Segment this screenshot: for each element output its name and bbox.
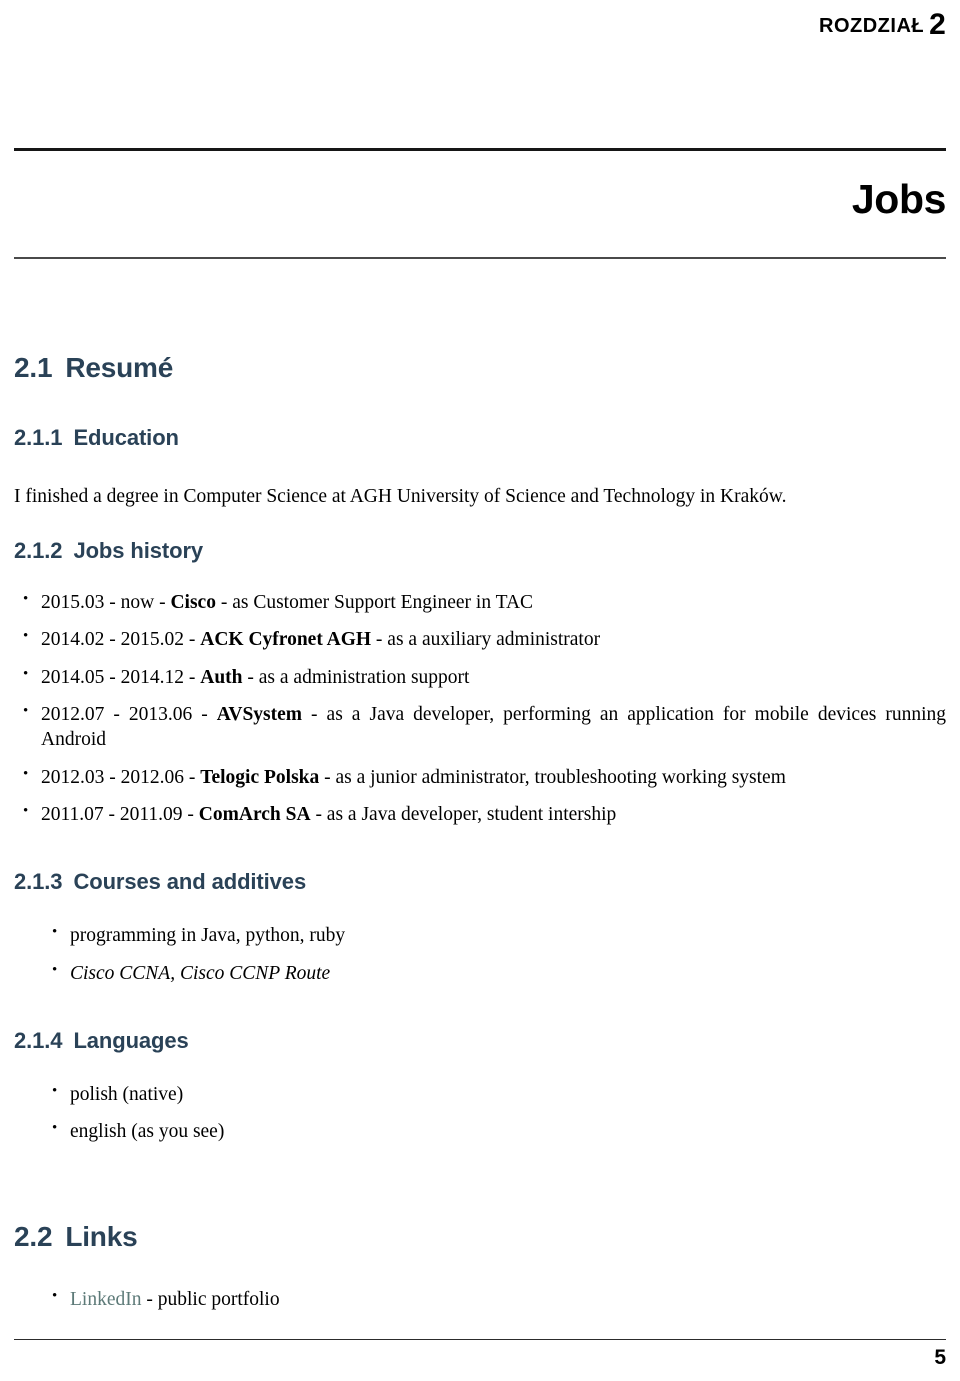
courses-list: programming in Java, python, ruby Cisco C… <box>43 922 946 986</box>
linkedin-link[interactable]: LinkedIn <box>70 1289 141 1310</box>
job-period: 2014.02 - 2015.02 - <box>41 629 201 651</box>
job-company: ComArch SA <box>198 804 311 826</box>
subsection-title-languages: Languages <box>73 1028 189 1054</box>
link-item: LinkedIn - public portfolio <box>43 1286 946 1312</box>
job-period: 2015.03 - now - <box>41 591 171 613</box>
chapter-number: 2 <box>929 8 946 41</box>
job-role: - as a Java developer, student intership <box>310 804 617 826</box>
languages-list: polish (native) english (as you see) <box>43 1081 946 1145</box>
section-title-resume: Resumé <box>65 352 174 383</box>
job-role: - as Customer Support Engineer in TAC <box>215 591 534 613</box>
job-role: - as a junior administrator, troubleshoo… <box>319 766 786 788</box>
subsection-heading-jobs-history: 2.1.2 Jobs history <box>14 538 946 564</box>
chapter-label: ROZDZIAŁ <box>819 15 925 37</box>
language-item: polish (native) <box>43 1081 946 1107</box>
job-company: Telogic Polska <box>200 766 320 788</box>
section-heading-resume: 2.1 Resumé <box>14 352 946 384</box>
job-company: AVSystem <box>216 703 303 725</box>
job-period: 2012.07 - 2013.06 - <box>41 703 217 725</box>
chapter-header: ROZDZIAŁ 2 <box>819 8 946 42</box>
education-paragraph: I finished a degree in Computer Science … <box>14 486 787 507</box>
job-company: Cisco <box>170 591 216 613</box>
job-period: 2014.05 - 2014.12 - <box>41 666 201 688</box>
language-item-label: english (as you see) <box>70 1121 225 1143</box>
section-number-resume: 2.1 <box>14 352 53 383</box>
link-item-suffix: - public portfolio <box>141 1288 280 1310</box>
job-role: - as a administration support <box>242 666 470 688</box>
subsection-heading-languages: 2.1.4 Languages <box>14 1028 946 1054</box>
subsection-heading-education: 2.1.1 Education <box>14 425 946 451</box>
subsection-heading-courses: 2.1.3 Courses and additives <box>14 869 946 895</box>
page-number: 5 <box>934 1346 946 1369</box>
section-heading-links: 2.2 Links <box>14 1221 946 1253</box>
job-history-item: 2011.07 - 2011.09 - ComArch SA - as a Ja… <box>14 801 946 827</box>
chapter-rule-bottom <box>14 257 946 259</box>
subsection-number-education: 2.1.1 <box>14 425 63 450</box>
job-period: 2011.07 - 2011.09 - <box>41 804 199 826</box>
content-column: 2.1 Resumé 2.1.1 Education I finished a de… <box>14 352 946 1312</box>
job-period: 2012.03 - 2012.06 - <box>41 766 201 788</box>
job-history-item: 2015.03 - now - Cisco - as Customer Supp… <box>14 589 946 615</box>
language-item-label: polish (native) <box>70 1084 184 1106</box>
subsection-number-courses: 2.1.3 <box>14 869 63 895</box>
language-item: english (as you see) <box>43 1118 946 1144</box>
job-company: Auth <box>200 666 243 688</box>
chapter-rule-top <box>14 148 946 151</box>
job-history-item: 2012.07 - 2013.06 - AVSystem - as a Java… <box>14 701 946 753</box>
course-item-label: Cisco CCNA, Cisco CCNP Route <box>70 962 331 984</box>
links-list: LinkedIn - public portfolio <box>43 1286 946 1312</box>
jobs-history-list: 2015.03 - now - Cisco - as Customer Supp… <box>14 589 946 827</box>
subsection-title-courses: Courses and additives <box>73 869 307 895</box>
subsection-number-languages: 2.1.4 <box>14 1028 63 1054</box>
job-history-item: 2014.02 - 2015.02 - ACK Cyfronet AGH - a… <box>14 626 946 652</box>
subsection-title-education: Education <box>73 425 179 450</box>
chapter-title: Jobs <box>851 176 946 222</box>
job-history-item: 2012.03 - 2012.06 - Telogic Polska - as … <box>14 764 946 790</box>
job-role: - as a auxiliary administrator <box>371 629 601 651</box>
document-page: ROZDZIAŁ 2 Jobs 2.1 Resumé 2.1.1 Education … <box>0 0 960 1381</box>
job-history-item: 2014.05 - 2014.12 - Auth - as a administ… <box>14 664 946 690</box>
footer-rule <box>14 1339 946 1340</box>
section-number-links: 2.2 <box>14 1220 53 1252</box>
section-title-links: Links <box>65 1220 138 1252</box>
job-company: ACK Cyfronet AGH <box>200 629 372 651</box>
subsection-number-jobs-history: 2.1.2 <box>14 537 63 563</box>
subsection-title-jobs-history: Jobs history <box>73 537 204 563</box>
course-item: Cisco CCNA, Cisco CCNP Route <box>43 960 946 986</box>
course-item: programming in Java, python, ruby <box>43 922 946 948</box>
course-item-label: programming in Java, python, ruby <box>70 925 346 947</box>
